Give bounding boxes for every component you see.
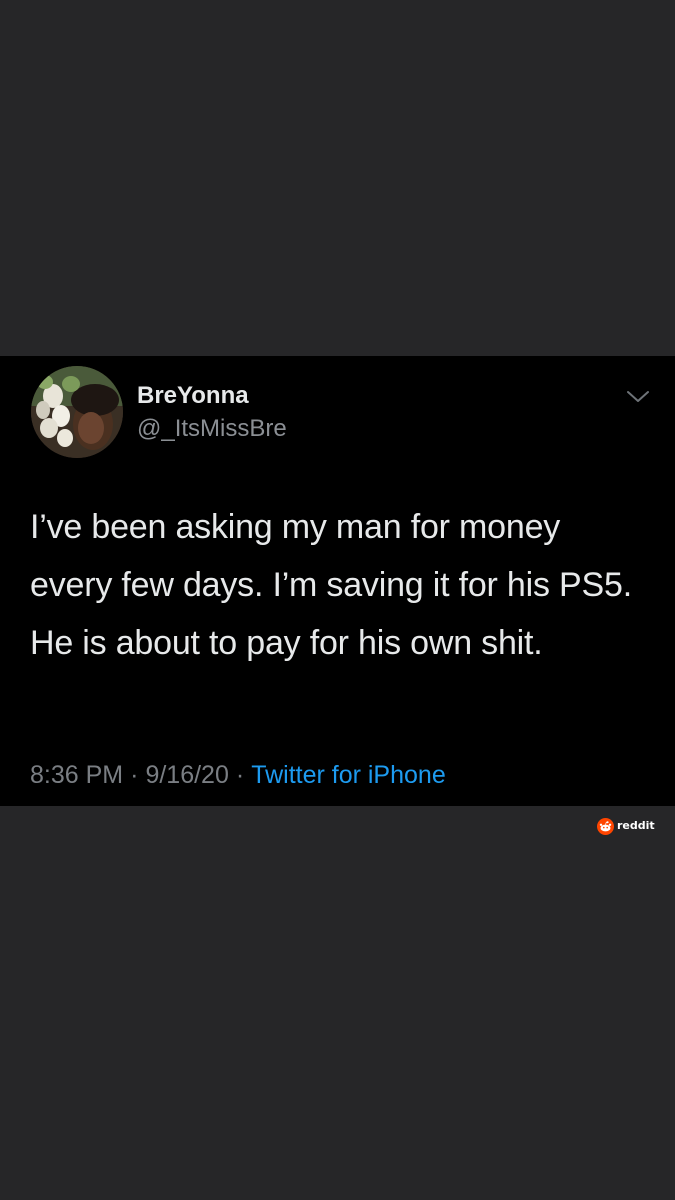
tweet-card: BreYonna @_ItsMissBre I’ve been asking m… [0,356,675,806]
reddit-icon [597,817,614,835]
avatar-image [31,366,123,458]
handle[interactable]: @_ItsMissBre [137,415,287,443]
avatar[interactable] [31,366,123,458]
tweet-date[interactable]: 9/16/20 [145,761,228,789]
meta-separator: · [235,761,245,789]
tweet-time[interactable]: 8:36 PM [30,761,123,789]
display-name[interactable]: BreYonna [137,382,249,410]
tweet-meta: 8:36 PM · 9/16/20 · Twitter for iPhone [30,760,446,790]
tweet-source-link[interactable]: Twitter for iPhone [251,761,446,789]
reddit-watermark: reddit [597,817,655,835]
tweet-text: I’ve been asking my man for money every … [30,508,632,662]
reddit-label: reddit [617,819,655,832]
meta-separator: · [130,761,139,789]
chevron-down-icon[interactable] [624,386,652,406]
